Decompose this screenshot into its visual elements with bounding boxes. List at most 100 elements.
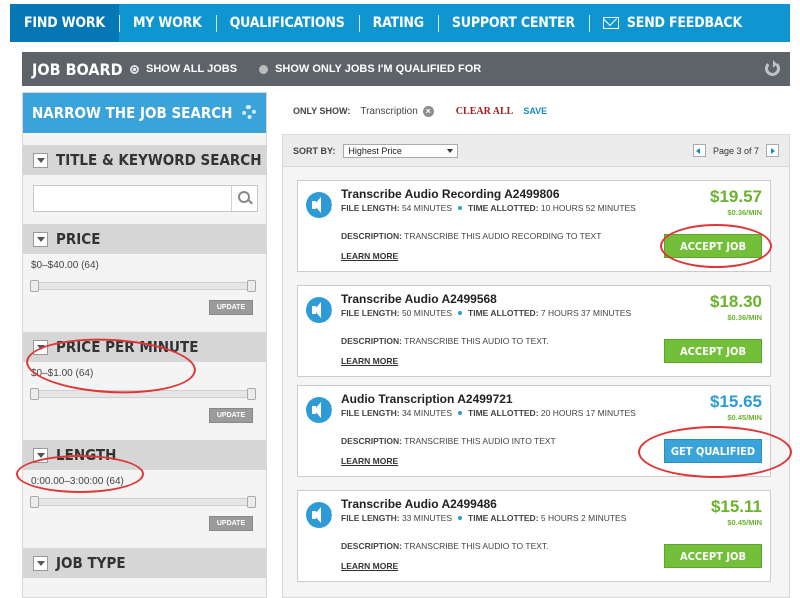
nav-find-work[interactable]: FIND WORK xyxy=(10,4,119,42)
accept-job-button[interactable]: ACCEPT JOB xyxy=(664,339,762,363)
job-description: DESCRIPTION: TRANSCRIBE THIS AUDIO TO TE… xyxy=(341,336,549,346)
job-card: Transcribe Audio Recording A2499806 FILE… xyxy=(297,180,771,272)
bullet-icon xyxy=(458,411,463,415)
learn-more-link[interactable]: LEARN MORE xyxy=(341,356,398,366)
ppm-update-button[interactable]: UPDATE xyxy=(209,408,253,423)
nav-support-center[interactable]: SUPPORT CENTER xyxy=(437,4,589,42)
jobtype-section-toggle[interactable]: JOB TYPE xyxy=(23,548,266,578)
meta-label: DESCRIPTION: xyxy=(341,336,402,346)
option-label: SHOW ONLY JOBS I'M QUALIFIED FOR xyxy=(275,63,482,75)
meta-value: 34 MINUTES xyxy=(401,408,453,418)
chevron-down-icon xyxy=(33,447,48,463)
nav-rating[interactable]: RATING xyxy=(358,4,438,42)
job-title[interactable]: Audio Transcription A2499721 xyxy=(341,392,513,406)
nav-send-feedback[interactable]: SEND FEEDBACK xyxy=(588,4,756,42)
length-range-text: 0:00.00–3:00:00 (64) xyxy=(31,476,256,487)
nav-qualifications[interactable]: QUALIFICATIONS xyxy=(215,4,359,42)
keyword-section-toggle[interactable]: TITLE & KEYWORD SEARCH xyxy=(23,145,266,175)
job-description: DESCRIPTION: TRANSCRIBE THIS AUDIO TO TE… xyxy=(341,541,549,551)
job-title[interactable]: Transcribe Audio A2499568 xyxy=(341,292,497,306)
meta-value: 5 HOURS 2 MINUTES xyxy=(540,513,627,523)
meta-value: TRANSCRIBE THIS AUDIO TO TEXT. xyxy=(404,336,549,346)
job-card: Transcribe Audio A2499486 FILE LENGTH: 3… xyxy=(297,490,771,582)
nav-label: SUPPORT CENTER xyxy=(451,15,575,31)
section-title: LENGTH xyxy=(56,446,117,464)
job-card: Audio Transcription A2499721 FILE LENGTH… xyxy=(297,385,771,477)
show-qualified-jobs-option[interactable]: SHOW ONLY JOBS I'M QUALIFIED FOR xyxy=(259,63,481,75)
meta-value: TRANSCRIBE THIS AUDIO RECORDING TO TEXT xyxy=(404,231,602,241)
slider-max-handle[interactable] xyxy=(247,388,256,400)
active-filter-bar: ONLY SHOW: Transcription × CLEAR ALL SAV… xyxy=(285,96,790,126)
job-price: $15.65 xyxy=(710,392,762,411)
clear-all-link[interactable]: CLEAR ALL xyxy=(456,106,514,117)
range-value: 0:00.00–3:00:00 xyxy=(31,476,104,487)
job-rate: $0.45/MIN xyxy=(727,413,762,422)
remove-filter-icon[interactable]: × xyxy=(422,105,434,117)
ppm-slider[interactable] xyxy=(30,388,256,400)
get-qualified-button[interactable]: GET QUALIFIED xyxy=(664,439,762,463)
keyword-box xyxy=(33,185,258,212)
slider-min-handle[interactable] xyxy=(30,496,39,508)
price-slider[interactable] xyxy=(30,280,256,292)
gear-icon[interactable] xyxy=(242,105,256,119)
pagination: Page 3 of 7 xyxy=(692,144,779,157)
chevron-down-icon xyxy=(33,339,48,355)
meta-value: 54 MINUTES xyxy=(401,203,453,213)
length-section-toggle[interactable]: LENGTH xyxy=(23,440,266,470)
job-board-header: JOB BOARD SHOW ALL JOBS SHOW ONLY JOBS I… xyxy=(22,52,790,86)
slider-min-handle[interactable] xyxy=(30,388,39,400)
nav-label: SEND FEEDBACK xyxy=(626,15,743,31)
learn-more-link[interactable]: LEARN MORE xyxy=(341,456,398,466)
meta-label: TIME ALLOTTED: xyxy=(468,308,539,318)
meta-value: 10 HOURS 52 MINUTES xyxy=(540,203,636,213)
slider-max-handle[interactable] xyxy=(247,496,256,508)
price-section-toggle[interactable]: PRICE xyxy=(23,224,266,254)
meta-label: TIME ALLOTTED: xyxy=(468,408,539,418)
job-meta: FILE LENGTH: 33 MINUTES TIME ALLOTTED: 5 … xyxy=(341,513,641,524)
meta-value: 20 HOURS 17 MINUTES xyxy=(540,408,636,418)
sort-select[interactable]: Highest Price xyxy=(343,143,459,158)
previous-page-icon[interactable] xyxy=(692,144,706,157)
envelope-icon xyxy=(602,17,619,29)
nav-my-work[interactable]: MY WORK xyxy=(118,4,216,42)
accept-job-button[interactable]: ACCEPT JOB xyxy=(664,234,762,258)
top-nav: FIND WORK MY WORK QUALIFICATIONS RATING … xyxy=(10,4,790,42)
sort-bar: SORT BY: Highest Price Page 3 of 7 xyxy=(283,135,789,167)
keyword-search-input[interactable] xyxy=(34,186,224,211)
length-update-button[interactable]: UPDATE xyxy=(209,516,253,531)
meta-label: DESCRIPTION: xyxy=(341,231,402,241)
nav-label: QUALIFICATIONS xyxy=(229,15,345,31)
accept-job-button[interactable]: ACCEPT JOB xyxy=(664,544,762,568)
job-meta: FILE LENGTH: 54 MINUTES TIME ALLOTTED: 10… xyxy=(341,203,641,214)
sort-label: SORT BY: xyxy=(293,145,336,156)
range-count: (64) xyxy=(75,368,94,379)
next-page-icon[interactable] xyxy=(766,144,779,157)
learn-more-link[interactable]: LEARN MORE xyxy=(341,561,398,571)
job-title[interactable]: Transcribe Audio Recording A2499806 xyxy=(341,187,560,201)
keyword-search xyxy=(23,175,266,224)
bullet-icon xyxy=(458,516,463,520)
chevron-down-icon xyxy=(33,231,48,247)
job-description: DESCRIPTION: TRANSCRIBE THIS AUDIO INTO … xyxy=(341,436,556,446)
chip-label: Transcription xyxy=(360,105,418,117)
nav-label: FIND WORK xyxy=(24,15,105,31)
save-link[interactable]: SAVE xyxy=(523,106,547,116)
ppm-section-toggle[interactable]: PRICE PER MINUTE xyxy=(23,332,266,362)
option-label: SHOW ALL JOBS xyxy=(146,63,238,75)
slider-min-handle[interactable] xyxy=(30,280,39,292)
nav-label: RATING xyxy=(372,15,425,31)
length-slider[interactable] xyxy=(30,496,256,508)
slider-max-handle[interactable] xyxy=(247,280,256,292)
price-update-button[interactable]: UPDATE xyxy=(209,300,253,315)
range-value: $0–$1.00 xyxy=(31,368,73,379)
show-all-jobs-option[interactable]: SHOW ALL JOBS xyxy=(130,63,237,75)
refresh-icon[interactable] xyxy=(765,60,780,76)
job-list-panel: SORT BY: Highest Price Page 3 of 7 Trans… xyxy=(282,134,790,598)
search-icon[interactable] xyxy=(231,186,257,211)
job-title[interactable]: Transcribe Audio A2499486 xyxy=(341,497,497,511)
nav-label: MY WORK xyxy=(132,15,202,31)
learn-more-link[interactable]: LEARN MORE xyxy=(341,251,398,261)
chevron-down-icon xyxy=(33,152,48,168)
filter-sidebar: NARROW THE JOB SEARCH TITLE & KEYWORD SE… xyxy=(22,92,267,598)
speaker-icon xyxy=(306,297,334,323)
